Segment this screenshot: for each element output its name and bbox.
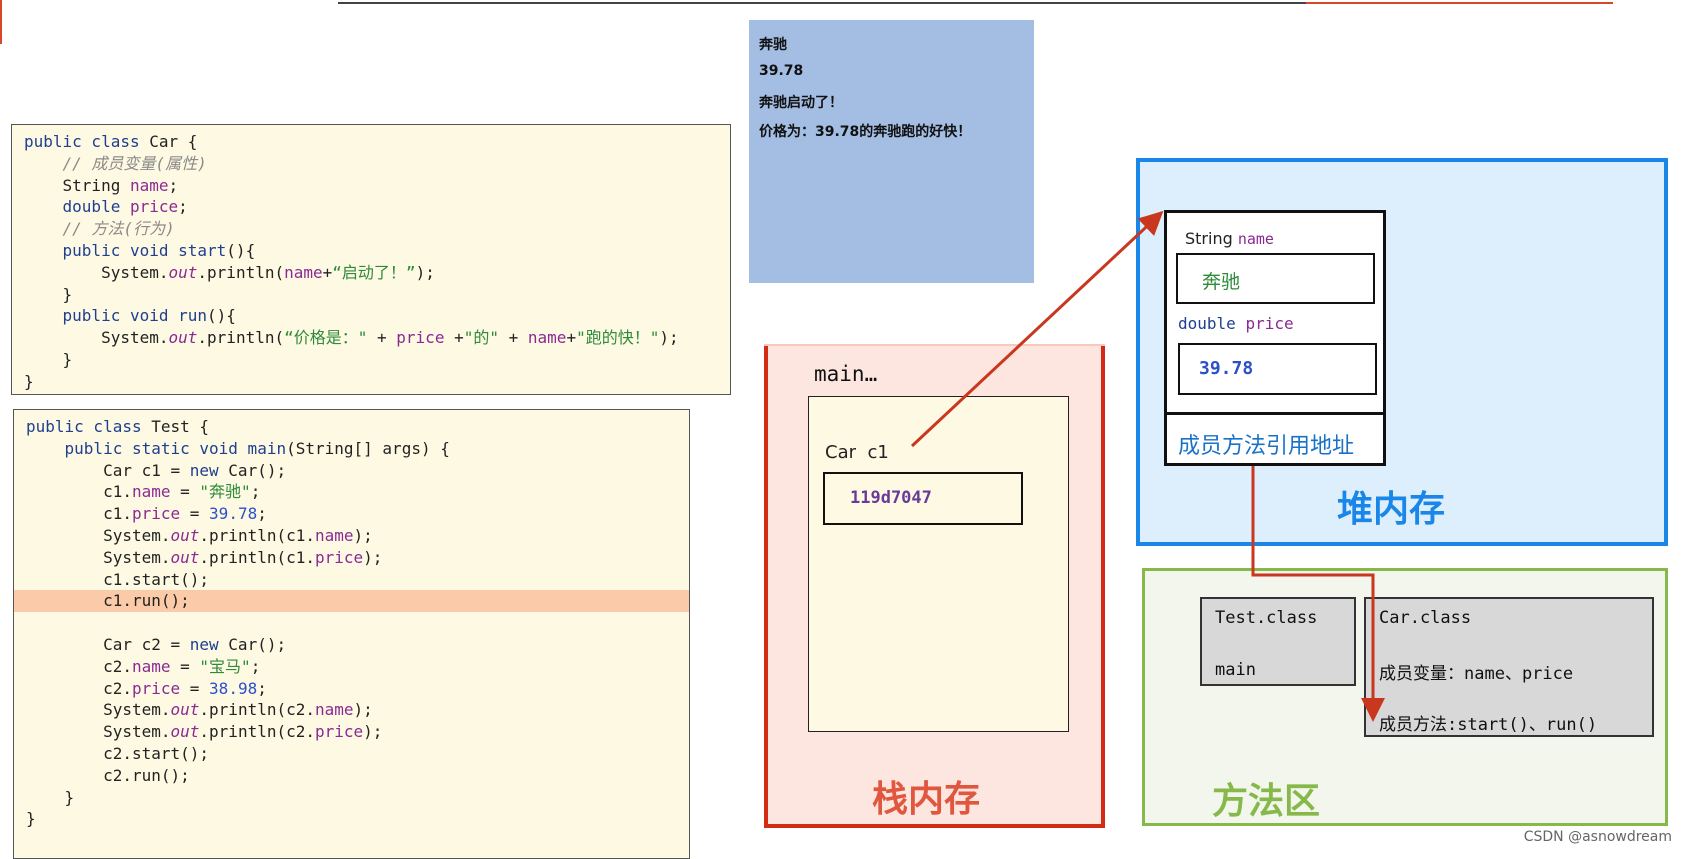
reference-arrows	[910, 210, 1385, 722]
stack-to-heap-arrow	[910, 210, 1164, 448]
watermark: CSDN @asnowdream	[1523, 829, 1672, 845]
heap-to-method-area-arrow	[1251, 466, 1385, 722]
